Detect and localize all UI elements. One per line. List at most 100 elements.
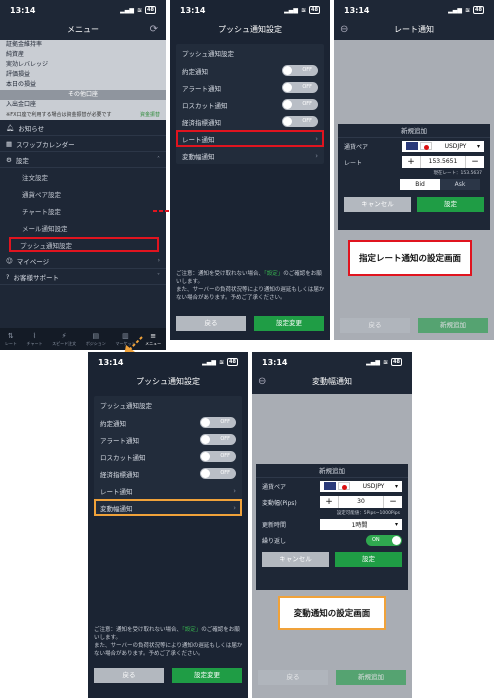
rate-alert-link[interactable]: レート通知 › <box>176 130 324 147</box>
submenu-mail-settings[interactable]: メール通知設定 <box>0 219 166 236</box>
change-alert-link[interactable]: 変動幅通知 › <box>176 147 324 164</box>
transfer-link[interactable]: 資金振替 <box>140 111 160 119</box>
info-row: 入出金口座 <box>6 101 37 108</box>
wifi-icon: ≋ <box>383 358 389 366</box>
ask-option[interactable]: Ask <box>440 179 480 190</box>
settings-link[interactable]: 「設定」 <box>264 271 283 277</box>
save-button[interactable]: 設定変更 <box>172 668 242 683</box>
tab-rate[interactable]: ⇅ レート <box>5 332 17 347</box>
chevron-right-icon: › <box>315 151 318 160</box>
jp-flag-icon <box>420 142 432 150</box>
bid-ask-toggle: Bid Ask <box>400 179 480 190</box>
save-button[interactable]: 設定変更 <box>254 316 324 331</box>
submenu-order-settings[interactable]: 注文設定 <box>0 168 166 185</box>
execution-toggle[interactable]: OFF <box>200 417 236 428</box>
indicator-toggle[interactable]: OFF <box>200 468 236 479</box>
losscut-toggle[interactable]: OFF <box>200 451 236 462</box>
dialog-title: 新規追加 <box>338 124 490 138</box>
back-icon[interactable]: ⊖ <box>340 20 348 40</box>
action-bar: 戻る 設定変更 <box>94 668 242 683</box>
set-button[interactable]: 設定 <box>335 552 402 567</box>
menu-item-mypage[interactable]: ☺ マイページ › <box>0 253 166 269</box>
chevron-up-icon: ˄ <box>157 156 160 163</box>
menu-item-settings[interactable]: ⚙ 設定 ˄ <box>0 152 166 168</box>
battery-icon: 48 <box>145 6 156 14</box>
set-button[interactable]: 設定 <box>417 197 484 212</box>
signal-icon: ▂▄▆ <box>366 358 380 366</box>
rate-alert-link[interactable]: レート通知 › <box>94 482 242 499</box>
wifi-icon: ≋ <box>137 6 143 14</box>
menu-item-swap-calendar[interactable]: ▦ スワップカレンダー <box>0 136 166 152</box>
pair-select[interactable]: USDJPY ▾ <box>320 480 402 492</box>
menu-item-news[interactable]: 🔔︎ お知らせ <box>0 120 166 136</box>
minus-button[interactable]: − <box>466 156 484 168</box>
chevron-right-icon: › <box>157 257 160 264</box>
chevron-right-icon: › <box>315 134 318 143</box>
change-alert-link[interactable]: 変動幅通知 › <box>94 499 242 516</box>
settings-link[interactable]: 「設定」 <box>182 627 201 633</box>
action-bar: 戻る 設定変更 <box>176 316 324 331</box>
chevron-down-icon: ˅ <box>157 273 160 280</box>
menu-item-support[interactable]: ? お客様サポート ˅ <box>0 269 166 285</box>
dropdown-icon: ▾ <box>476 142 480 150</box>
signal-icon: ▂▄▆ <box>202 358 216 366</box>
arrows-icon: ⇅ <box>7 331 14 340</box>
tab-chart[interactable]: ⌇ チャート <box>27 332 43 347</box>
wifi-icon: ≋ <box>301 6 307 14</box>
alert-toggle[interactable]: OFF <box>282 82 318 93</box>
alert-toggle[interactable]: OFF <box>200 434 236 445</box>
add-new-button[interactable]: 新規追加 <box>418 318 488 333</box>
status-bar: 13:14 ▂▄▆ ≋ 48 <box>180 5 320 15</box>
tab-position[interactable]: ▤ ポジション <box>86 332 106 347</box>
tab-speed-order[interactable]: ⚡︎ スピード注文 <box>52 332 76 347</box>
status-time: 13:14 <box>10 5 36 15</box>
back-button[interactable]: 戻る <box>340 318 410 333</box>
width-input[interactable]: 30 <box>338 496 384 508</box>
notice-text: ご注意：通知を受け取れない場合、「設定」のご確認をお願いします。 また、サーバー… <box>94 627 243 657</box>
rate-input[interactable]: 153.5651 <box>420 156 466 168</box>
indicator-toggle[interactable]: OFF <box>282 116 318 127</box>
add-new-button[interactable]: 新規追加 <box>336 670 406 685</box>
execution-toggle[interactable]: OFF <box>282 65 318 76</box>
losscut-toggle[interactable]: OFF <box>282 99 318 110</box>
minus-button[interactable]: − <box>384 496 402 508</box>
back-button[interactable]: 戻る <box>94 668 164 683</box>
push-settings-panel: プッシュ通知設定 約定通知 OFF アラート通知 OFF ロスカット通知 OFF 経済… <box>176 44 324 164</box>
action-bar: 戻る 新規追加 <box>340 318 488 333</box>
tab-menu[interactable]: ≡ メニュー <box>145 332 161 347</box>
chevron-right-icon: › <box>233 503 236 512</box>
dropdown-icon: ▾ <box>394 520 398 528</box>
info-row: 本日の損益 <box>6 81 37 88</box>
push-settings-screen: 13:14 ▂▄▆ ≋ 48 プッシュ通知設定 プッシュ通知設定 約定通知 OFF ア… <box>170 0 330 340</box>
pair-select[interactable]: USDJPY ▾ <box>402 140 484 152</box>
transfer-note: ※FX口座で利用する場合は資金振替が必要です 資金振替 <box>6 111 160 119</box>
plus-button[interactable]: + <box>320 496 338 508</box>
plus-button[interactable]: + <box>402 156 420 168</box>
nav-bar: 13:14 ▂▄▆ ≋ 48 レート通知 ⊖ <box>334 0 494 40</box>
refresh-icon[interactable]: ⟳ <box>150 20 158 40</box>
submenu-push-settings[interactable]: プッシュ通知設定 <box>8 236 160 253</box>
nav-bar: メニュー ⟳ <box>0 20 166 40</box>
page-title: 変動幅通知 <box>312 377 352 386</box>
back-button[interactable]: 戻る <box>176 316 246 331</box>
push-settings-screen-2: 13:14 ▂▄▆ ≋ 48 プッシュ通知設定 プッシュ通知設定 約定通知 OFF ア… <box>88 352 248 698</box>
setting-row: アラート通知 OFF <box>176 79 324 96</box>
back-icon[interactable]: ⊖ <box>258 372 266 392</box>
cancel-button[interactable]: キャンセル <box>344 197 411 212</box>
dialog-title: 新規追加 <box>256 464 408 478</box>
rate-callout: 指定レート通知の設定画面 <box>348 240 472 276</box>
wifi-icon: ≋ <box>465 6 471 14</box>
account-info: 証拠金維持率 純資産 実効レバレッジ 評価損益 本日の損益 その他口座 入出金口… <box>0 40 166 120</box>
bid-option[interactable]: Bid <box>400 179 440 190</box>
submenu-chart-settings[interactable]: チャート設定 <box>0 202 166 219</box>
submenu-pair-settings[interactable]: 通貨ペア設定 <box>0 185 166 202</box>
width-stepper: + 30 − <box>320 496 402 508</box>
chevron-right-icon: › <box>233 486 236 495</box>
person-icon: ☺ <box>6 256 13 265</box>
cancel-button[interactable]: キャンセル <box>262 552 329 567</box>
interval-select[interactable]: 1時間 ▾ <box>320 518 402 530</box>
dialog-actions: キャンセル 設定 <box>256 548 408 572</box>
position-icon: ▤ <box>92 331 100 340</box>
repeat-toggle[interactable]: ON <box>366 534 402 546</box>
back-button[interactable]: 戻る <box>258 670 328 685</box>
